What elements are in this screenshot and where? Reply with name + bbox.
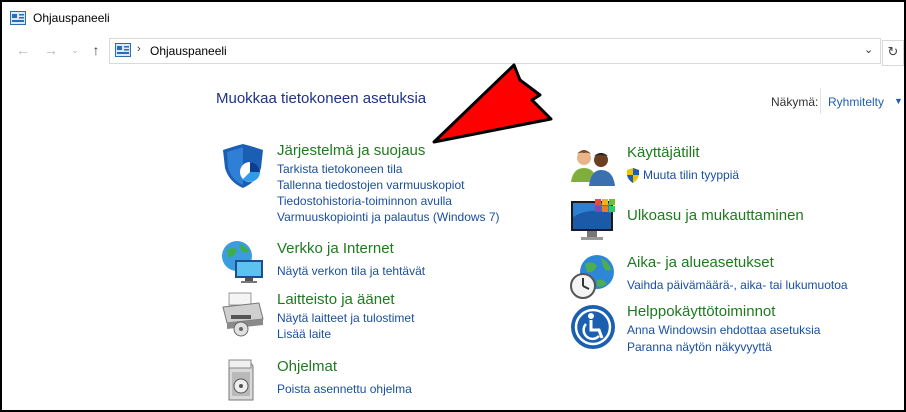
- category-appearance: Ulkoasu ja mukauttaminen: [569, 197, 889, 247]
- category-title[interactable]: Laitteisto ja äänet: [277, 291, 395, 308]
- view-dropdown-value: Ryhmitelty: [828, 95, 885, 109]
- category-programs: Ohjelmat Poista asennettu ohjelma: [219, 356, 539, 406]
- address-dropdown-icon[interactable]: ⌄: [864, 43, 873, 56]
- refresh-icon[interactable]: ↻: [882, 40, 904, 66]
- category-user-accounts: Käyttäjätilit Muuta tilin tyyppiä: [569, 144, 889, 192]
- category-title[interactable]: Helppokäyttötoiminnot: [627, 303, 775, 320]
- title-bar: Ohjauspaneeli: [2, 2, 904, 35]
- up-arrow-icon[interactable]: ↑: [87, 41, 105, 59]
- back-arrow-icon[interactable]: ←: [14, 41, 32, 59]
- link-backup-restore[interactable]: Varmuuskopiointi ja palautus (Windows 7): [277, 210, 500, 224]
- link-devices-printers[interactable]: Näytä laitteet ja tulostimet: [277, 311, 414, 325]
- control-panel-icon: [115, 43, 131, 57]
- page-title: Muokkaa tietokoneen asetuksia: [216, 90, 427, 107]
- link-improve-display[interactable]: Paranna näytön näkyvyyttä: [627, 340, 772, 354]
- accessibility-icon: [571, 305, 615, 349]
- window-title: Ohjauspaneeli: [33, 11, 110, 25]
- breadcrumb-chevron-icon[interactable]: ›: [137, 43, 141, 55]
- category-hardware-sound: Laitteisto ja äänet Näytä laitteet ja tu…: [219, 289, 539, 349]
- uac-shield-icon: [627, 168, 639, 183]
- category-time-region: Aika- ja alueasetukset Vaihda päivämäärä…: [569, 252, 899, 302]
- category-title[interactable]: Ohjelmat: [277, 358, 337, 375]
- link-file-history[interactable]: Tiedostohistoria-toiminnon avulla: [277, 194, 452, 208]
- link-change-date-time-format[interactable]: Vaihda päivämäärä-, aika- tai lukumuotoa: [627, 278, 848, 292]
- programs-box-icon: [228, 359, 254, 401]
- category-title[interactable]: Aika- ja alueasetukset: [627, 254, 774, 271]
- link-check-computer-status[interactable]: Tarkista tietokoneen tila: [277, 162, 402, 176]
- category-network-internet: Verkko ja Internet Näytä verkon tila ja …: [219, 238, 539, 288]
- link-save-backup-copies[interactable]: Tallenna tiedostojen varmuuskopiot: [277, 178, 464, 192]
- link-uninstall-program[interactable]: Poista asennettu ohjelma: [277, 382, 412, 396]
- category-title[interactable]: Käyttäjätilit: [627, 144, 700, 161]
- view-dropdown[interactable]: Ryhmitelty ▼: [820, 88, 904, 114]
- category-title[interactable]: Järjestelmä ja suojaus: [277, 142, 425, 159]
- category-title[interactable]: Verkko ja Internet: [277, 240, 394, 257]
- security-shield-icon: [223, 144, 263, 188]
- category-title[interactable]: Ulkoasu ja mukauttaminen: [627, 207, 804, 224]
- control-panel-icon: [10, 11, 26, 25]
- address-bar[interactable]: › Ohjauspaneeli ⌄: [109, 38, 881, 64]
- breadcrumb-control-panel[interactable]: Ohjauspaneeli: [150, 44, 227, 58]
- printer-icon: [222, 292, 264, 337]
- forward-arrow-icon[interactable]: →: [42, 41, 60, 59]
- navigation-bar: ← → ⌄ ↑ › Ohjauspaneeli ⌄ ↻: [2, 37, 904, 66]
- recent-locations-chevron-icon[interactable]: ⌄: [66, 41, 84, 59]
- control-panel-window: Ohjauspaneeli ← → ⌄ ↑ › Ohjauspaneeli ⌄ …: [0, 0, 906, 412]
- category-system-security: Järjestelmä ja suojaus Tarkista tietokon…: [219, 142, 539, 232]
- link-change-account-type[interactable]: Muuta tilin tyyppiä: [643, 168, 739, 182]
- user-accounts-icon: [571, 150, 615, 186]
- appearance-monitor-icon: [571, 199, 615, 240]
- dropdown-arrow-icon: ▼: [894, 96, 903, 106]
- category-ease-of-access: Helppokäyttötoiminnot Anna Windowsin ehd…: [569, 303, 899, 359]
- link-windows-suggest-settings[interactable]: Anna Windowsin ehdottaa asetuksia: [627, 323, 820, 337]
- clock-globe-icon: [570, 255, 614, 299]
- view-label: Näkymä:: [771, 95, 819, 109]
- link-network-status[interactable]: Näytä verkon tila ja tehtävät: [277, 264, 425, 278]
- link-add-device[interactable]: Lisää laite: [277, 327, 331, 341]
- network-globe-icon: [222, 241, 263, 283]
